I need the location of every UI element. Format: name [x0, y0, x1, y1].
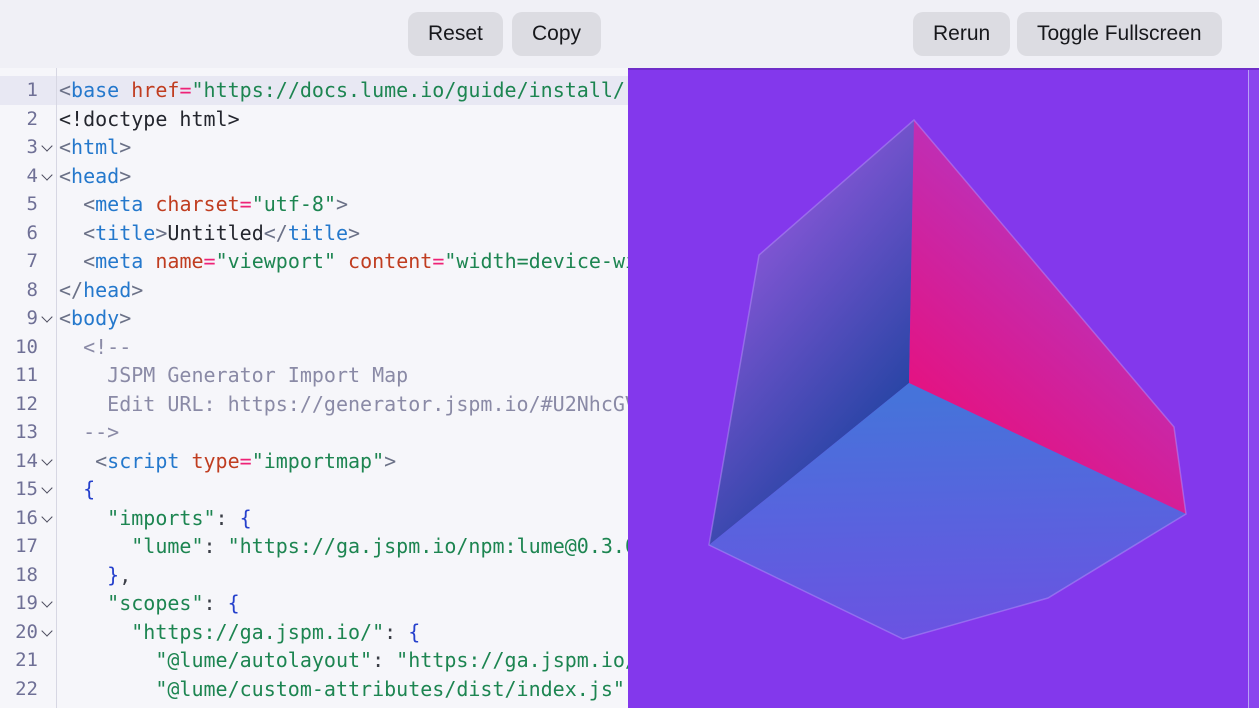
line-number: 3	[0, 133, 38, 162]
code-text: Edit URL: https://generator.jspm.io/#U2N…	[56, 390, 628, 419]
code-line[interactable]: 8 </head>	[0, 276, 628, 305]
code-text: "imports": {	[56, 504, 252, 533]
code-text: "https://ga.jspm.io/": {	[56, 618, 420, 647]
line-number: 4	[0, 162, 38, 191]
line-number: 10	[0, 333, 38, 362]
fold-toggle-icon[interactable]	[38, 447, 56, 476]
line-number: 6	[0, 219, 38, 248]
line-number: 15	[0, 475, 38, 504]
code-text: </head>	[56, 276, 143, 305]
code-text: -->	[56, 418, 119, 447]
code-line[interactable]: 16 "imports": {	[0, 504, 628, 533]
code-text: <meta name="viewport" content="width=dev…	[56, 247, 628, 276]
reset-button[interactable]: Reset	[408, 12, 503, 56]
fold-toggle-icon[interactable]	[38, 133, 56, 162]
copy-button[interactable]: Copy	[512, 12, 601, 56]
line-number: 17	[0, 532, 38, 561]
code-text: "scopes": {	[56, 589, 240, 618]
line-number: 7	[0, 247, 38, 276]
line-number: 20	[0, 618, 38, 647]
fold-spacer	[38, 105, 56, 134]
fold-toggle-icon[interactable]	[38, 589, 56, 618]
line-number: 19	[0, 589, 38, 618]
cube-3d-render	[628, 70, 1259, 708]
fold-spacer	[38, 76, 56, 105]
code-text: <body>	[56, 304, 131, 333]
code-line[interactable]: 5 <meta charset="utf-8">	[0, 190, 628, 219]
fold-spacer	[38, 333, 56, 362]
line-number: 11	[0, 361, 38, 390]
code-line[interactable]: 11 JSPM Generator Import Map	[0, 361, 628, 390]
code-text: <script type="importmap">	[56, 447, 396, 476]
code-line[interactable]: 13 -->	[0, 418, 628, 447]
line-number: 9	[0, 304, 38, 333]
code-line[interactable]: 3 <html>	[0, 133, 628, 162]
fold-toggle-icon[interactable]	[38, 504, 56, 533]
code-line[interactable]: 1 <base href="https://docs.lume.io/guide/…	[0, 76, 628, 105]
code-text: <html>	[56, 133, 131, 162]
code-line[interactable]: 20 "https://ga.jspm.io/": {	[0, 618, 628, 647]
line-number: 2	[0, 105, 38, 134]
code-line[interactable]: 14 <script type="importmap">	[0, 447, 628, 476]
fold-spacer	[38, 190, 56, 219]
code-line[interactable]: 2 <!doctype html>	[0, 105, 628, 134]
line-number: 12	[0, 390, 38, 419]
fold-spacer	[38, 418, 56, 447]
code-line[interactable]: 9 <body>	[0, 304, 628, 333]
code-line[interactable]: 17 "lume": "https://ga.jspm.io/npm:lume@…	[0, 532, 628, 561]
line-number: 13	[0, 418, 38, 447]
preview-scrollbar[interactable]	[1248, 70, 1259, 708]
toggle-fullscreen-button[interactable]: Toggle Fullscreen	[1017, 12, 1222, 56]
code-text: JSPM Generator Import Map	[56, 361, 408, 390]
fold-spacer	[38, 361, 56, 390]
fold-toggle-icon[interactable]	[38, 475, 56, 504]
line-number: 21	[0, 646, 38, 675]
code-text: {	[56, 475, 95, 504]
code-text: "lume": "https://ga.jspm.io/npm:lume@0.3…	[56, 532, 628, 561]
line-number: 14	[0, 447, 38, 476]
code-text: "@lume/custom-attributes/dist/index.js"	[56, 675, 625, 704]
line-number: 8	[0, 276, 38, 305]
code-text: <!--	[56, 333, 131, 362]
playground-app: { "toolbar": { "left_buttons": [ {"label…	[0, 0, 1259, 708]
fold-spacer	[38, 276, 56, 305]
code-line[interactable]: 19 "scopes": {	[0, 589, 628, 618]
code-line[interactable]: 22 "@lume/custom-attributes/dist/index.j…	[0, 675, 628, 704]
code-text: <meta charset="utf-8">	[56, 190, 348, 219]
code-line[interactable]: 21 "@lume/autolayout": "https://ga.jspm.…	[0, 646, 628, 675]
fold-toggle-icon[interactable]	[38, 618, 56, 647]
line-number: 18	[0, 561, 38, 590]
fold-spacer	[38, 247, 56, 276]
code-text: "@lume/autolayout": "https://ga.jspm.io/…	[56, 646, 628, 675]
code-text: <head>	[56, 162, 131, 191]
code-line[interactable]: 15 {	[0, 475, 628, 504]
fold-spacer	[38, 646, 56, 675]
preview-panel	[628, 68, 1259, 708]
line-number: 5	[0, 190, 38, 219]
code-line[interactable]: 12 Edit URL: https://generator.jspm.io/#…	[0, 390, 628, 419]
fold-spacer	[38, 561, 56, 590]
toolbar: Reset Copy Rerun Toggle Fullscreen	[0, 0, 1259, 68]
fold-spacer	[38, 390, 56, 419]
line-number: 22	[0, 675, 38, 704]
fold-toggle-icon[interactable]	[38, 304, 56, 333]
code-line[interactable]: 4 <head>	[0, 162, 628, 191]
line-number: 16	[0, 504, 38, 533]
code-editor-panel[interactable]: 1 <base href="https://docs.lume.io/guide/…	[0, 68, 628, 708]
code-line[interactable]: 6 <title>Untitled</title>	[0, 219, 628, 248]
code-text: <!doctype html>	[56, 105, 240, 134]
fold-toggle-icon[interactable]	[38, 162, 56, 191]
code-lines[interactable]: 1 <base href="https://docs.lume.io/guide/…	[0, 76, 628, 703]
line-number: 1	[0, 76, 38, 105]
code-line[interactable]: 10 <!--	[0, 333, 628, 362]
code-text: <base href="https://docs.lume.io/guide/i…	[56, 76, 628, 105]
fold-spacer	[38, 675, 56, 704]
fold-spacer	[38, 532, 56, 561]
code-line[interactable]: 7 <meta name="viewport" content="width=d…	[0, 247, 628, 276]
code-text: <title>Untitled</title>	[56, 219, 360, 248]
code-text: },	[56, 561, 131, 590]
fold-spacer	[38, 219, 56, 248]
rerun-button[interactable]: Rerun	[913, 12, 1010, 56]
code-line[interactable]: 18 },	[0, 561, 628, 590]
